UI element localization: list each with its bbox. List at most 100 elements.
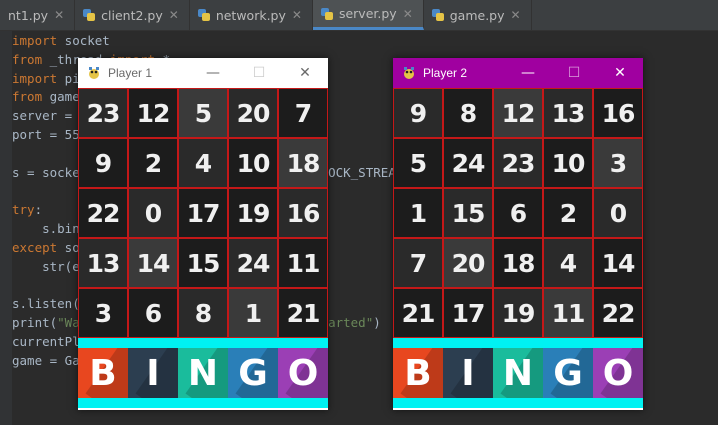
bingo-cell[interactable]: 2 (128, 138, 178, 188)
bingo-cell[interactable]: 21 (278, 288, 328, 338)
bingo-cell[interactable]: 9 (393, 88, 443, 138)
bingo-cell[interactable]: 15 (443, 188, 493, 238)
bingo-cell[interactable]: 0 (593, 188, 643, 238)
bingo-cell[interactable]: 19 (493, 288, 543, 338)
code-token: ) (373, 314, 381, 330)
bingo-cell[interactable]: 6 (128, 288, 178, 338)
bingo-letter-text: B (89, 352, 117, 394)
player1-titlebar[interactable]: Player 1 — ☐ ✕ (78, 58, 328, 88)
player1-bingo-board: 23 12 5 20 7 9 2 4 10 18 22 0 17 19 16 13 14 15 24 11 3 6 8 1 21 (78, 88, 328, 338)
code-token: str(e) (12, 258, 88, 274)
code-token: import (12, 33, 58, 48)
close-tab-icon[interactable]: ✕ (292, 8, 302, 22)
close-tab-icon[interactable]: ✕ (511, 8, 521, 22)
bingo-cell[interactable]: 1 (393, 188, 443, 238)
bingo-cell[interactable]: 22 (593, 288, 643, 338)
bingo-cell[interactable]: 12 (128, 88, 178, 138)
pygame-snake-icon (404, 67, 414, 79)
bingo-cell[interactable]: 5 (393, 138, 443, 188)
bingo-cell[interactable]: 2 (543, 188, 593, 238)
bingo-cell[interactable]: 11 (543, 288, 593, 338)
bingo-cell[interactable]: 7 (278, 88, 328, 138)
bingo-cell[interactable]: 20 (443, 238, 493, 288)
pygame-snake-icon (89, 67, 99, 79)
bingo-cell[interactable]: 0 (128, 188, 178, 238)
tab-network-py[interactable]: network.py ✕ (190, 0, 313, 30)
close-tab-icon[interactable]: ✕ (54, 8, 64, 22)
close-button[interactable]: ✕ (282, 58, 328, 88)
bingo-cell[interactable]: 6 (493, 188, 543, 238)
bingo-letter-o: O (593, 348, 643, 398)
maximize-button[interactable]: ☐ (236, 58, 282, 88)
bingo-cell[interactable]: 19 (228, 188, 278, 238)
tab-game-py[interactable]: game.py ✕ (424, 0, 532, 30)
editor-gutter (0, 31, 12, 425)
code-token: print( (12, 314, 58, 330)
player2-window[interactable]: Player 2 — ☐ ✕ 9 8 12 13 16 5 24 23 10 3 1 15 6 2 0 7 20… (393, 58, 643, 410)
bingo-letter-text: I (146, 352, 160, 394)
tab-label: nt1.py (8, 7, 49, 23)
maximize-button[interactable]: ☐ (551, 58, 597, 88)
code-token: server = (12, 108, 80, 124)
bingo-cell[interactable]: 12 (493, 88, 543, 138)
bingo-cell[interactable]: 13 (543, 88, 593, 138)
bingo-cell[interactable]: 4 (178, 138, 228, 188)
code-token: socket (57, 33, 110, 48)
bingo-cell[interactable]: 24 (228, 238, 278, 288)
bingo-cell[interactable]: 22 (78, 188, 128, 238)
python-file-icon (83, 9, 96, 21)
bingo-cell[interactable]: 16 (593, 88, 643, 138)
bingo-cell[interactable]: 4 (543, 238, 593, 288)
close-button[interactable]: ✕ (597, 58, 643, 88)
bingo-letter-text: O (602, 352, 634, 394)
bingo-cell[interactable]: 16 (278, 188, 328, 238)
player1-window[interactable]: Player 1 — ☐ ✕ 23 12 5 20 7 9 2 4 10 18 22 0 17 19 16 1… (78, 58, 328, 410)
bingo-cell[interactable]: 23 (78, 88, 128, 138)
code-token: : (34, 202, 43, 218)
bingo-cell[interactable]: 11 (278, 238, 328, 288)
bingo-cell[interactable]: 1 (228, 288, 278, 338)
bingo-cell[interactable]: 15 (178, 238, 228, 288)
player2-bingo-banner: BINGO (393, 338, 643, 408)
minimize-button[interactable]: — (190, 58, 236, 88)
bingo-cell[interactable]: 10 (228, 138, 278, 188)
bingo-letter-i: I (128, 348, 178, 398)
close-tab-icon[interactable]: ✕ (403, 7, 413, 21)
bingo-cell[interactable]: 8 (178, 288, 228, 338)
player2-title: Player 2 (423, 66, 468, 80)
bingo-letter-text: G (238, 352, 268, 394)
bingo-letter-g: G (543, 348, 593, 398)
bingo-cell[interactable]: 7 (393, 238, 443, 288)
bingo-cell[interactable]: 20 (228, 88, 278, 138)
python-file-icon (431, 9, 444, 21)
bingo-cell[interactable]: 17 (443, 288, 493, 338)
tab-nt1-py[interactable]: nt1.py ✕ (0, 0, 76, 30)
bingo-cell[interactable]: 3 (78, 288, 128, 338)
bingo-cell[interactable]: 14 (128, 238, 178, 288)
bingo-cell[interactable]: 9 (78, 138, 128, 188)
bingo-letter-text: G (553, 352, 583, 394)
bingo-cell[interactable]: 3 (593, 138, 643, 188)
bingo-cell[interactable]: 21 (393, 288, 443, 338)
close-tab-icon[interactable]: ✕ (169, 8, 179, 22)
tab-client2-py[interactable]: client2.py ✕ (75, 0, 190, 30)
code-line: import socket (12, 32, 718, 51)
minimize-button[interactable]: — (505, 58, 551, 88)
bingo-cell[interactable]: 18 (278, 138, 328, 188)
bingo-cell[interactable]: 5 (178, 88, 228, 138)
bingo-cell[interactable]: 24 (443, 138, 493, 188)
tab-server-py[interactable]: server.py ✕ (312, 0, 424, 30)
bingo-cell[interactable]: 13 (78, 238, 128, 288)
tab-label: network.py (215, 7, 286, 23)
tab-label: game.py (449, 7, 505, 23)
bingo-letter-b: B (78, 348, 128, 398)
bingo-cell[interactable]: 17 (178, 188, 228, 238)
bingo-cell[interactable]: 8 (443, 88, 493, 138)
bingo-cell[interactable]: 18 (493, 238, 543, 288)
player1-bingo-banner: BINGO (78, 338, 328, 408)
bingo-letter-text: B (404, 352, 432, 394)
bingo-cell[interactable]: 23 (493, 138, 543, 188)
bingo-cell[interactable]: 14 (593, 238, 643, 288)
player2-titlebar[interactable]: Player 2 — ☐ ✕ (393, 58, 643, 88)
bingo-cell[interactable]: 10 (543, 138, 593, 188)
